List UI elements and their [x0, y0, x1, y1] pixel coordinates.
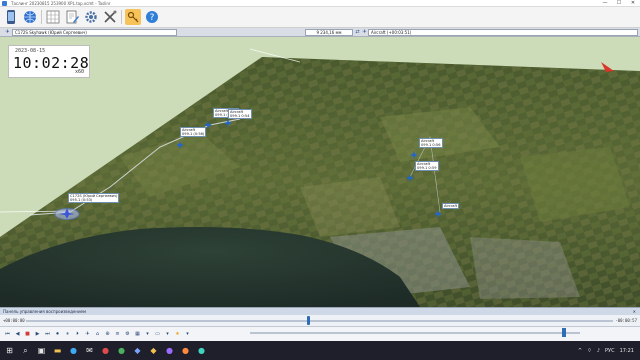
window-controls: — ☐ ✕ — [598, 0, 640, 7]
help-icon[interactable]: ? — [144, 9, 160, 25]
airplane-icon: ✈ — [5, 29, 10, 35]
settings-gear-icon[interactable] — [83, 9, 99, 25]
task-view-icon[interactable]: ▣ — [35, 344, 48, 357]
folder-icon[interactable]: ▬ — [51, 344, 64, 357]
speed-slider[interactable] — [250, 332, 580, 334]
app-icon[interactable]: ● — [179, 344, 192, 357]
grid-small-icon[interactable]: ▦ — [133, 330, 142, 339]
aircraft-marker-icon[interactable] — [176, 141, 184, 149]
browser-icon[interactable]: ● — [67, 344, 80, 357]
window-title: Таслинг 20230815 253900 XPL.tap.xcmt - T… — [11, 0, 111, 6]
map-3d-view[interactable]: 2023-08-15 10:02:28 x60 Aircraft 099.1 (0… — [0, 37, 640, 307]
minimize-button[interactable]: — — [598, 0, 612, 7]
grid-icon[interactable] — [45, 9, 61, 25]
app-icon[interactable]: ◆ — [147, 344, 160, 357]
app-icon[interactable]: ● — [195, 344, 208, 357]
timeline-thumb[interactable] — [306, 316, 310, 325]
skip-start-button[interactable]: ⏮ — [3, 330, 12, 339]
remaining-time: -00:00:57 — [615, 318, 637, 323]
distance-field: 9 234,16 мм — [305, 28, 353, 36]
aircraft-label: Aircraft 099.1 0:54 — [228, 109, 252, 120]
speed-slider-thumb[interactable] — [561, 328, 566, 337]
document-edit-icon[interactable] — [64, 9, 80, 25]
selected-aircraft-marker-icon[interactable] — [54, 205, 80, 221]
stop-button[interactable]: ■ — [23, 330, 32, 339]
os-taskbar: ⊞ ⌕ ▣ ▬ ● ✉ ● ● ◆ ◆ ● ● ● ^ ⌔ ♪ РУС 17:2… — [0, 341, 640, 360]
play-button[interactable]: ▶ — [33, 330, 42, 339]
globe-icon[interactable] — [22, 9, 38, 25]
aircraft-marker-icon[interactable] — [406, 174, 414, 182]
aircraft-marker-icon[interactable] — [224, 119, 232, 127]
chevron-down-icon[interactable]: ▾ — [143, 330, 152, 339]
app-icon[interactable]: ● — [115, 344, 128, 357]
aircraft-label-selected: C172S (Юрий Сергеевич) 095.1 (0:53) — [68, 193, 120, 204]
maximize-button[interactable]: ☐ — [612, 0, 626, 7]
playback-controls: ⏮ ◀ ■ ▶ ⏭ ⏺ ⏸ ⏵ ✈ ⌂ ⊕ ≡ ⚙ ▦ ▾ ▭ ▾ ★ ▾ — [0, 327, 640, 341]
aircraft-label: Aircraft 099.1 0:59 — [415, 161, 439, 172]
toolbar-separator — [121, 10, 122, 24]
key-icon[interactable] — [125, 9, 141, 25]
aircraft-label: Aircraft 099.1 (0:56) — [180, 127, 207, 138]
camera-icon[interactable]: ⌂ — [93, 330, 102, 339]
network-icon[interactable]: ⌔ — [587, 348, 592, 354]
mail-icon[interactable]: ✉ — [83, 344, 96, 357]
app-icon[interactable]: ◆ — [131, 344, 144, 357]
close-panel-icon[interactable]: ✕ — [633, 309, 636, 314]
tools-icon[interactable] — [102, 9, 118, 25]
aircraft-left-select[interactable]: С172S Skyhawk (Юрий Сергеевич) — [12, 28, 177, 36]
system-tray: ^ ⌔ ♪ РУС 17:21 — [573, 348, 640, 354]
elapsed-time: +00:00:00 — [3, 318, 25, 323]
aircraft-right-select[interactable]: Aircraft (+00:03:51) — [368, 28, 638, 36]
app-icon[interactable]: ● — [163, 344, 176, 357]
playback-panel-header: Панель управления воспроизведением ✕ — [0, 307, 640, 315]
favorite-icon[interactable]: ★ — [173, 330, 182, 339]
panel-title: Панель управления воспроизведением — [3, 309, 87, 314]
record-button[interactable]: ⏺ — [53, 330, 62, 339]
skip-end-button[interactable]: ⏭ — [43, 330, 52, 339]
search-icon[interactable]: ⌕ — [19, 344, 32, 357]
windows-start-icon[interactable]: ⊞ — [3, 344, 16, 357]
airplane-icon: ✈ — [362, 29, 367, 35]
list-icon[interactable]: ≡ — [113, 330, 122, 339]
aircraft-label: Aircraft — [442, 203, 460, 210]
app-icon — [2, 0, 7, 6]
language-indicator[interactable]: РУС — [605, 348, 615, 354]
ruler-icon[interactable]: ▭ — [153, 330, 162, 339]
toolbar-separator — [41, 10, 42, 24]
zoom-icon[interactable]: ⊕ — [103, 330, 112, 339]
clock-speed: x60 — [74, 69, 84, 75]
window-titlebar: Таслинг 20230815 253900 XPL.tap.xcmt - T… — [0, 0, 640, 7]
volume-icon[interactable]: ♪ — [597, 348, 600, 354]
pause-button[interactable]: ⏸ — [63, 330, 72, 339]
svg-text:?: ? — [150, 13, 155, 23]
chevron-down-icon[interactable]: ▾ — [163, 330, 172, 339]
selection-bar: ✈ С172S Skyhawk (Юрий Сергеевич) 9 234,1… — [0, 28, 640, 37]
swap-icon[interactable]: ⇄ — [354, 29, 361, 36]
sim-clock: 2023-08-15 10:02:28 x60 — [8, 45, 90, 78]
terrain-graphic — [0, 37, 640, 307]
aircraft-label: Aircraft 099.1 0:56 — [419, 138, 443, 149]
settings-icon[interactable]: ⚙ — [123, 330, 132, 339]
close-button[interactable]: ✕ — [626, 0, 640, 7]
aircraft-marker-icon[interactable] — [410, 151, 418, 159]
airplane-icon[interactable]: ✈ — [83, 330, 92, 339]
chevron-down-icon[interactable]: ▾ — [183, 330, 192, 339]
main-toolbar: ? — [0, 7, 640, 28]
play-forward-button[interactable]: ⏵ — [73, 330, 82, 339]
app-icon[interactable]: ● — [99, 344, 112, 357]
aircraft-marker-icon[interactable] — [434, 210, 442, 218]
clock-time[interactable]: 17:21 — [620, 348, 634, 354]
step-back-button[interactable]: ◀ — [13, 330, 22, 339]
timeline-track[interactable] — [26, 320, 613, 322]
mobile-icon[interactable] — [3, 9, 19, 25]
playback-timeline: +00:00:00 -00:00:57 — [0, 315, 640, 327]
chevron-up-icon[interactable]: ^ — [578, 348, 582, 354]
